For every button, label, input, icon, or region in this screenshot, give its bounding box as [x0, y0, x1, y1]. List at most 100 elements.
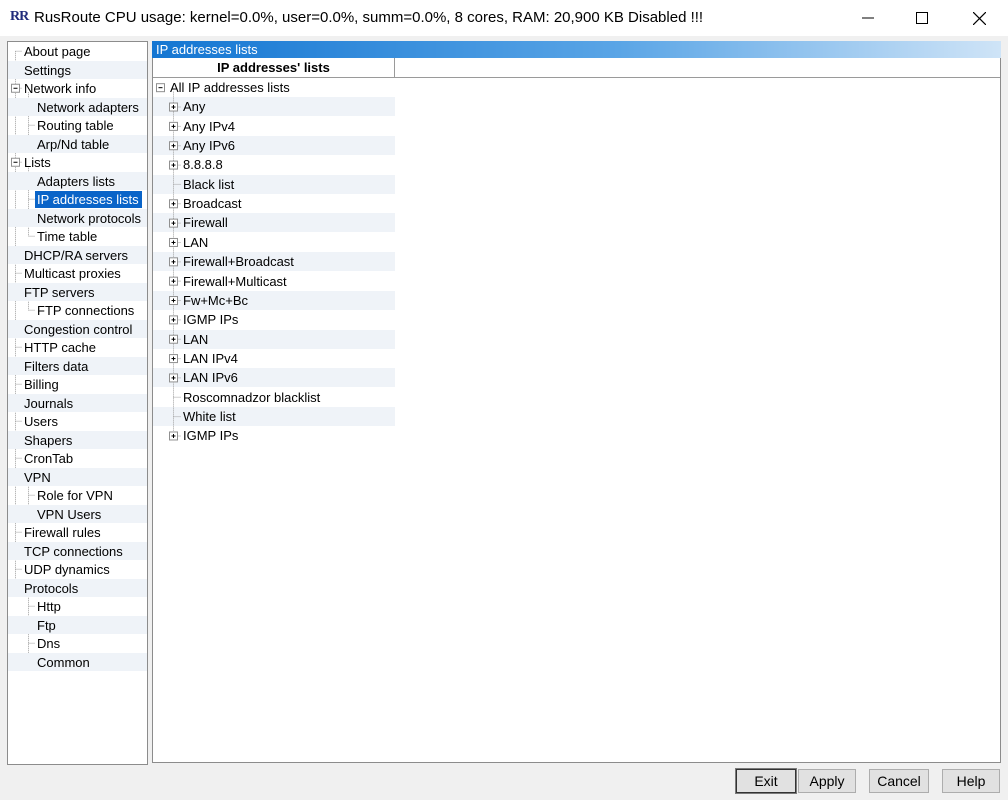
tree-item[interactable]: Settings: [8, 60, 147, 79]
tree-item[interactable]: Lists: [8, 153, 147, 171]
ip-list-label: Roscomnadzor blacklist: [183, 389, 321, 405]
ip-list-item[interactable]: 8.8.8.8: [153, 155, 395, 174]
ip-list-item[interactable]: White list: [153, 406, 395, 426]
tree-item[interactable]: Shapers: [8, 430, 147, 449]
tree-item-label: Firewall rules: [24, 525, 101, 540]
tree-item-label: Users: [24, 414, 58, 429]
tree-item[interactable]: Filters data: [8, 356, 147, 375]
ip-list-label: Broadcast: [183, 196, 242, 212]
ip-lists-tree[interactable]: IP addresses' lists All IP addresses lis…: [152, 58, 1001, 763]
ip-list-label: Firewall+Multicast: [183, 273, 287, 289]
tree-item-label: Protocols: [24, 580, 79, 596]
tree-item[interactable]: Network adapters: [8, 97, 147, 116]
ip-list-label: LAN: [183, 331, 209, 347]
tree-item-label: Time table: [37, 229, 98, 244]
window-title: RusRoute CPU usage: kernel=0.0%, user=0.…: [34, 9, 704, 26]
title-bar[interactable]: RR RusRoute CPU usage: kernel=0.0%, user…: [0, 0, 1008, 36]
apply-button[interactable]: Apply: [798, 769, 856, 793]
ip-list-item[interactable]: Firewall+Multicast: [153, 272, 395, 291]
tree-item-label: UDP dynamics: [24, 562, 110, 577]
ip-list-label: Fw+Mc+Bc: [183, 292, 249, 308]
tree-item-label: Filters data: [24, 358, 89, 374]
ip-list-item[interactable]: LAN IPv6: [153, 368, 395, 388]
tree-item[interactable]: Time table: [8, 227, 147, 245]
tree-item-label: About page: [24, 44, 91, 59]
maximize-icon: [916, 12, 928, 24]
ip-list-item[interactable]: Roscomnadzor blacklist: [153, 388, 395, 407]
column-header-empty: [395, 58, 1000, 78]
tree-item[interactable]: Arp/Nd table: [8, 134, 147, 153]
ip-list-item[interactable]: Black list: [153, 174, 395, 194]
tree-item[interactable]: About page: [8, 42, 147, 60]
tree-root-item[interactable]: All IP addresses lists: [153, 78, 395, 97]
tree-item-label: Http: [37, 599, 61, 614]
tree-item-label: Ftp: [37, 617, 56, 633]
tree-item-label: Network info: [24, 81, 97, 96]
ip-list-item[interactable]: Any IPv4: [153, 117, 395, 136]
tree-item-label: FTP servers: [24, 284, 95, 300]
ip-list-item[interactable]: Fw+Mc+Bc: [153, 290, 395, 310]
tree-item-label: Journals: [24, 395, 74, 411]
tree-item[interactable]: Dns: [8, 634, 147, 652]
ip-list-label: Any IPv4: [183, 118, 236, 134]
ip-list-label: IGMP IPs: [183, 312, 239, 328]
minimize-button[interactable]: [840, 0, 896, 36]
tree-item[interactable]: Routing table: [8, 116, 147, 134]
ip-list-item[interactable]: LAN: [153, 233, 395, 252]
tree-item[interactable]: Multicast proxies: [8, 264, 147, 282]
tree-item[interactable]: CronTab: [8, 449, 147, 467]
tree-item[interactable]: Billing: [8, 375, 147, 393]
tree-item[interactable]: VPN: [8, 467, 147, 486]
tree-item-label: Settings: [24, 62, 71, 78]
ip-list-label: White list: [183, 408, 236, 424]
maximize-button[interactable]: [894, 0, 950, 36]
tree-item[interactable]: DHCP/RA servers: [8, 245, 147, 264]
tree-item-label: HTTP cache: [24, 340, 97, 355]
tree-item-label: Adapters lists: [37, 173, 116, 189]
tree-item[interactable]: HTTP cache: [8, 338, 147, 356]
tree-item-label: VPN Users: [37, 506, 102, 522]
ip-list-item[interactable]: LAN: [153, 329, 395, 349]
tree-item[interactable]: Protocols: [8, 578, 147, 597]
tree-item[interactable]: VPN Users: [8, 504, 147, 523]
cancel-button[interactable]: Cancel: [869, 769, 929, 793]
tree-item[interactable]: UDP dynamics: [8, 560, 147, 578]
ip-list-item[interactable]: Broadcast: [153, 194, 395, 213]
app-logo: RR: [10, 9, 29, 24]
navigation-tree[interactable]: About page Settings Network info Network ad…: [7, 41, 148, 765]
tree-item-label: FTP connections: [37, 303, 135, 318]
tree-item[interactable]: Network protocols: [8, 208, 147, 227]
tree-item[interactable]: Users: [8, 412, 147, 430]
column-header-ip-lists[interactable]: IP addresses' lists: [153, 58, 395, 78]
tree-item[interactable]: Network info: [8, 79, 147, 97]
ip-list-item[interactable]: Firewall: [153, 213, 395, 233]
tree-item[interactable]: Common: [8, 652, 147, 671]
ip-list-label: Any: [183, 99, 206, 115]
ip-list-label: Black list: [183, 176, 235, 192]
tree-item[interactable]: Congestion control: [8, 319, 147, 338]
tree-item[interactable]: Journals: [8, 393, 147, 412]
tree-item[interactable]: Adapters lists: [8, 171, 147, 190]
tree-item[interactable]: Firewall rules: [8, 523, 147, 541]
ip-list-item[interactable]: IGMP IPs: [153, 426, 395, 445]
tree-item[interactable]: Role for VPN: [8, 486, 147, 504]
content-header: IP addresses lists: [152, 41, 1001, 58]
ip-list-item[interactable]: Any: [153, 97, 395, 117]
help-button[interactable]: Help: [942, 769, 1000, 793]
ip-list-item[interactable]: LAN IPv4: [153, 349, 395, 368]
tree-item-label: Shapers: [24, 432, 73, 448]
close-button[interactable]: [951, 0, 1007, 36]
tree-item[interactable]: Http: [8, 597, 147, 615]
ip-list-item[interactable]: Any IPv6: [153, 136, 395, 156]
tree-item-label: VPN: [24, 469, 51, 485]
tree-item[interactable]: TCP connections: [8, 541, 147, 560]
exit-button[interactable]: Exit: [735, 768, 797, 794]
tree-item-label: IP addresses lists: [35, 191, 142, 208]
tree-item[interactable]: Ftp: [8, 615, 147, 634]
tree-item[interactable]: FTP connections: [8, 301, 147, 319]
ip-list-item[interactable]: IGMP IPs: [153, 310, 395, 329]
tree-item[interactable]: IP addresses lists: [8, 190, 147, 208]
ip-list-label: Firewall+Broadcast: [183, 254, 294, 270]
tree-item[interactable]: FTP servers: [8, 282, 147, 301]
ip-list-item[interactable]: Firewall+Broadcast: [153, 252, 395, 272]
